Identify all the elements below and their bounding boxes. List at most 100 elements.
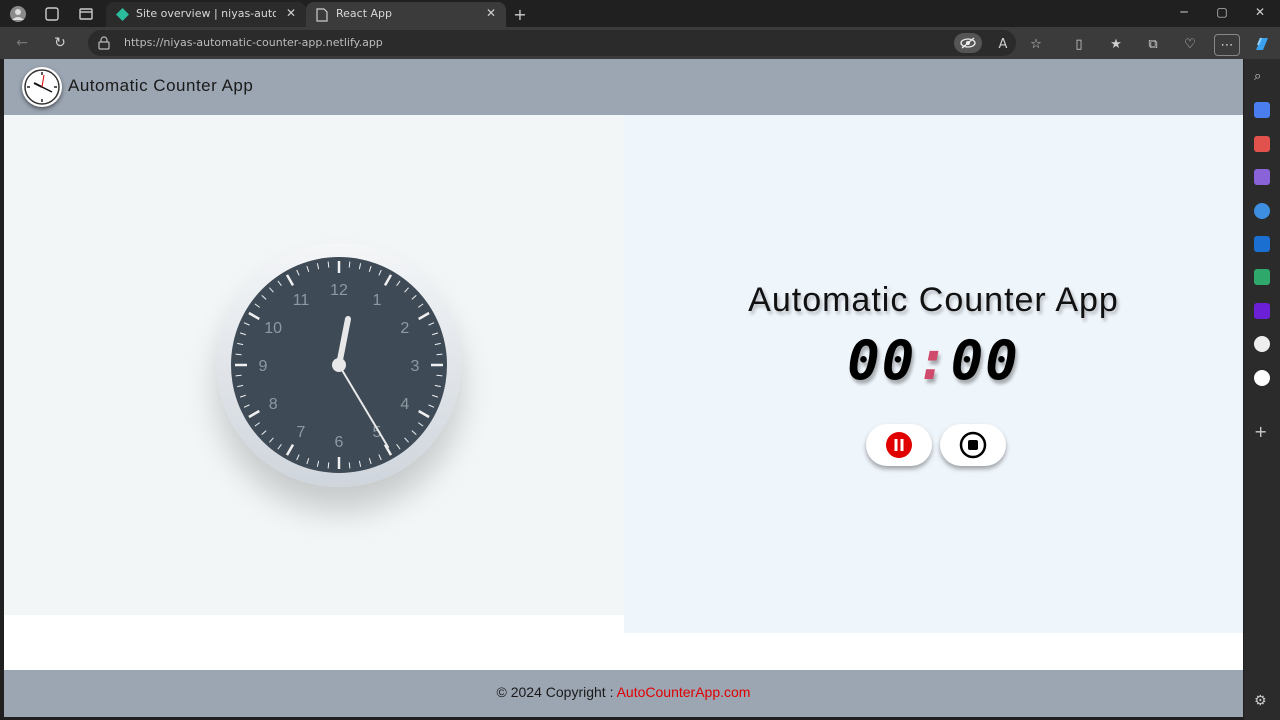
clock-tick <box>248 409 260 419</box>
close-window-icon[interactable]: ✕ <box>1250 5 1270 19</box>
clock-numeral: 1 <box>373 292 382 309</box>
address-bar[interactable]: https://niyas-automatic-counter-app.netl… <box>88 30 1016 56</box>
clock-tick <box>418 409 430 419</box>
shopping-icon[interactable] <box>1254 102 1270 118</box>
back-icon[interactable]: ← <box>12 33 32 53</box>
brand-title[interactable]: Automatic Counter App <box>68 76 253 96</box>
add-icon[interactable]: + <box>1254 422 1270 441</box>
clock-tick <box>436 353 443 356</box>
pause-button[interactable] <box>866 424 932 466</box>
microsoft-365-icon[interactable] <box>1254 203 1270 219</box>
minimize-icon[interactable]: ─ <box>1174 5 1194 19</box>
copilot-icon[interactable] <box>1252 34 1272 54</box>
stop-button[interactable] <box>940 424 1006 466</box>
close-icon[interactable]: ✕ <box>484 6 498 20</box>
timer-separator: : <box>916 329 951 392</box>
clock-numeral: 8 <box>269 396 278 413</box>
clock-numeral: 10 <box>264 320 282 337</box>
games-icon[interactable] <box>1254 169 1270 185</box>
lock-icon <box>98 36 110 50</box>
analog-clock: 12 1 2 3 4 5 6 7 8 9 10 11 <box>217 243 461 487</box>
search-icon[interactable]: ⌕ <box>1254 69 1270 85</box>
maximize-icon[interactable]: ▢ <box>1212 5 1232 19</box>
read-aloud-icon[interactable]: A <box>993 34 1013 54</box>
clock-tick <box>434 384 441 388</box>
clock-numeral: 12 <box>330 282 348 299</box>
hour-hand <box>336 316 351 368</box>
clock-tick <box>261 295 267 300</box>
chatgpt-icon[interactable] <box>1254 336 1270 352</box>
clock-tick <box>316 460 320 467</box>
clock-tick <box>239 394 246 398</box>
favorite-star-icon[interactable]: ☆ <box>1026 34 1046 54</box>
netlify-icon <box>116 8 129 21</box>
yahoo-icon[interactable] <box>1254 303 1270 319</box>
clock-tick <box>306 265 310 272</box>
clock-tick <box>237 384 244 388</box>
drop-icon[interactable] <box>1254 269 1270 285</box>
clock-tick <box>327 462 330 469</box>
copyright-label: © 2024 Copyright : <box>496 684 617 700</box>
refresh-icon[interactable]: ↻ <box>50 33 70 53</box>
clock-tick <box>285 274 295 286</box>
clock-tick <box>432 332 439 336</box>
browser-essentials-icon[interactable]: ♡ <box>1180 34 1200 54</box>
clock-logo-icon <box>22 67 62 107</box>
tab-react-app[interactable]: React App ✕ <box>306 2 506 27</box>
clock-tick <box>327 261 330 268</box>
timer-display: 00:00 <box>624 329 1243 392</box>
favorites-icon[interactable]: ★ <box>1106 34 1126 54</box>
tab-site-overview[interactable]: Site overview | niyas-automatic- ✕ <box>106 2 306 27</box>
clock-dial: 121234567891011 <box>235 261 443 469</box>
settings-gear-icon[interactable]: ⚙ <box>1254 693 1270 709</box>
clock-tick <box>261 430 267 435</box>
clock-numeral: 4 <box>400 396 409 413</box>
stop-icon <box>959 431 987 459</box>
clock-tick <box>296 454 300 461</box>
clock-tick <box>436 374 443 377</box>
timer-seconds: 00 <box>950 329 1020 392</box>
clock-tick <box>348 261 351 268</box>
tab-label: React App <box>336 7 393 20</box>
clock-tick <box>358 263 362 270</box>
clock-numeral: 3 <box>411 358 420 375</box>
clock-tick <box>368 458 372 465</box>
tab-actions-icon[interactable] <box>76 4 96 24</box>
google-icon[interactable] <box>1254 370 1270 386</box>
clock-tick <box>306 458 310 465</box>
more-options-icon[interactable]: ⋯ <box>1214 34 1240 56</box>
close-icon[interactable]: ✕ <box>284 6 298 20</box>
clock-numeral: 7 <box>297 424 306 441</box>
clock-numeral: 9 <box>259 358 268 375</box>
tools-icon[interactable] <box>1254 136 1270 152</box>
clock-tick <box>348 462 351 469</box>
workspaces-icon[interactable] <box>42 4 62 24</box>
clock-tick <box>235 353 242 356</box>
app-footer: © 2024 Copyright : AutoCounterApp.com <box>4 670 1243 717</box>
clock-tick <box>235 374 242 377</box>
clock-face: 12 1 2 3 4 5 6 7 8 9 10 11 <box>231 257 447 473</box>
pause-icon <box>886 432 912 458</box>
clock-tick <box>368 265 372 272</box>
clock-tick <box>432 394 439 398</box>
clock-tick <box>316 263 320 270</box>
url-text: https://niyas-automatic-counter-app.netl… <box>124 36 383 49</box>
tracking-prevention-icon[interactable] <box>954 33 982 53</box>
outlook-icon[interactable] <box>1254 236 1270 252</box>
clock-tick <box>383 274 393 286</box>
footer-link[interactable]: AutoCounterApp.com <box>617 684 751 700</box>
web-page: Automatic Counter App 12 1 2 3 4 5 6 7 8 9 10 11 Au… <box>4 59 1243 717</box>
collections-icon[interactable]: ⧉ <box>1143 34 1163 54</box>
profile-icon[interactable] <box>8 4 28 24</box>
browser-tab-bar: Site overview | niyas-automatic- ✕ React… <box>0 0 1280 27</box>
app-header: Automatic Counter App <box>4 59 1243 115</box>
timer-minutes: 00 <box>847 329 917 392</box>
clock-tick <box>254 422 261 427</box>
clock-tick <box>418 311 430 321</box>
new-tab-icon[interactable]: + <box>510 4 530 24</box>
split-screen-icon[interactable]: ▯ <box>1069 34 1089 54</box>
clock-tick <box>378 269 382 276</box>
clock-tick <box>237 342 244 346</box>
clock-numeral: 2 <box>400 320 409 337</box>
document-icon <box>316 8 328 22</box>
